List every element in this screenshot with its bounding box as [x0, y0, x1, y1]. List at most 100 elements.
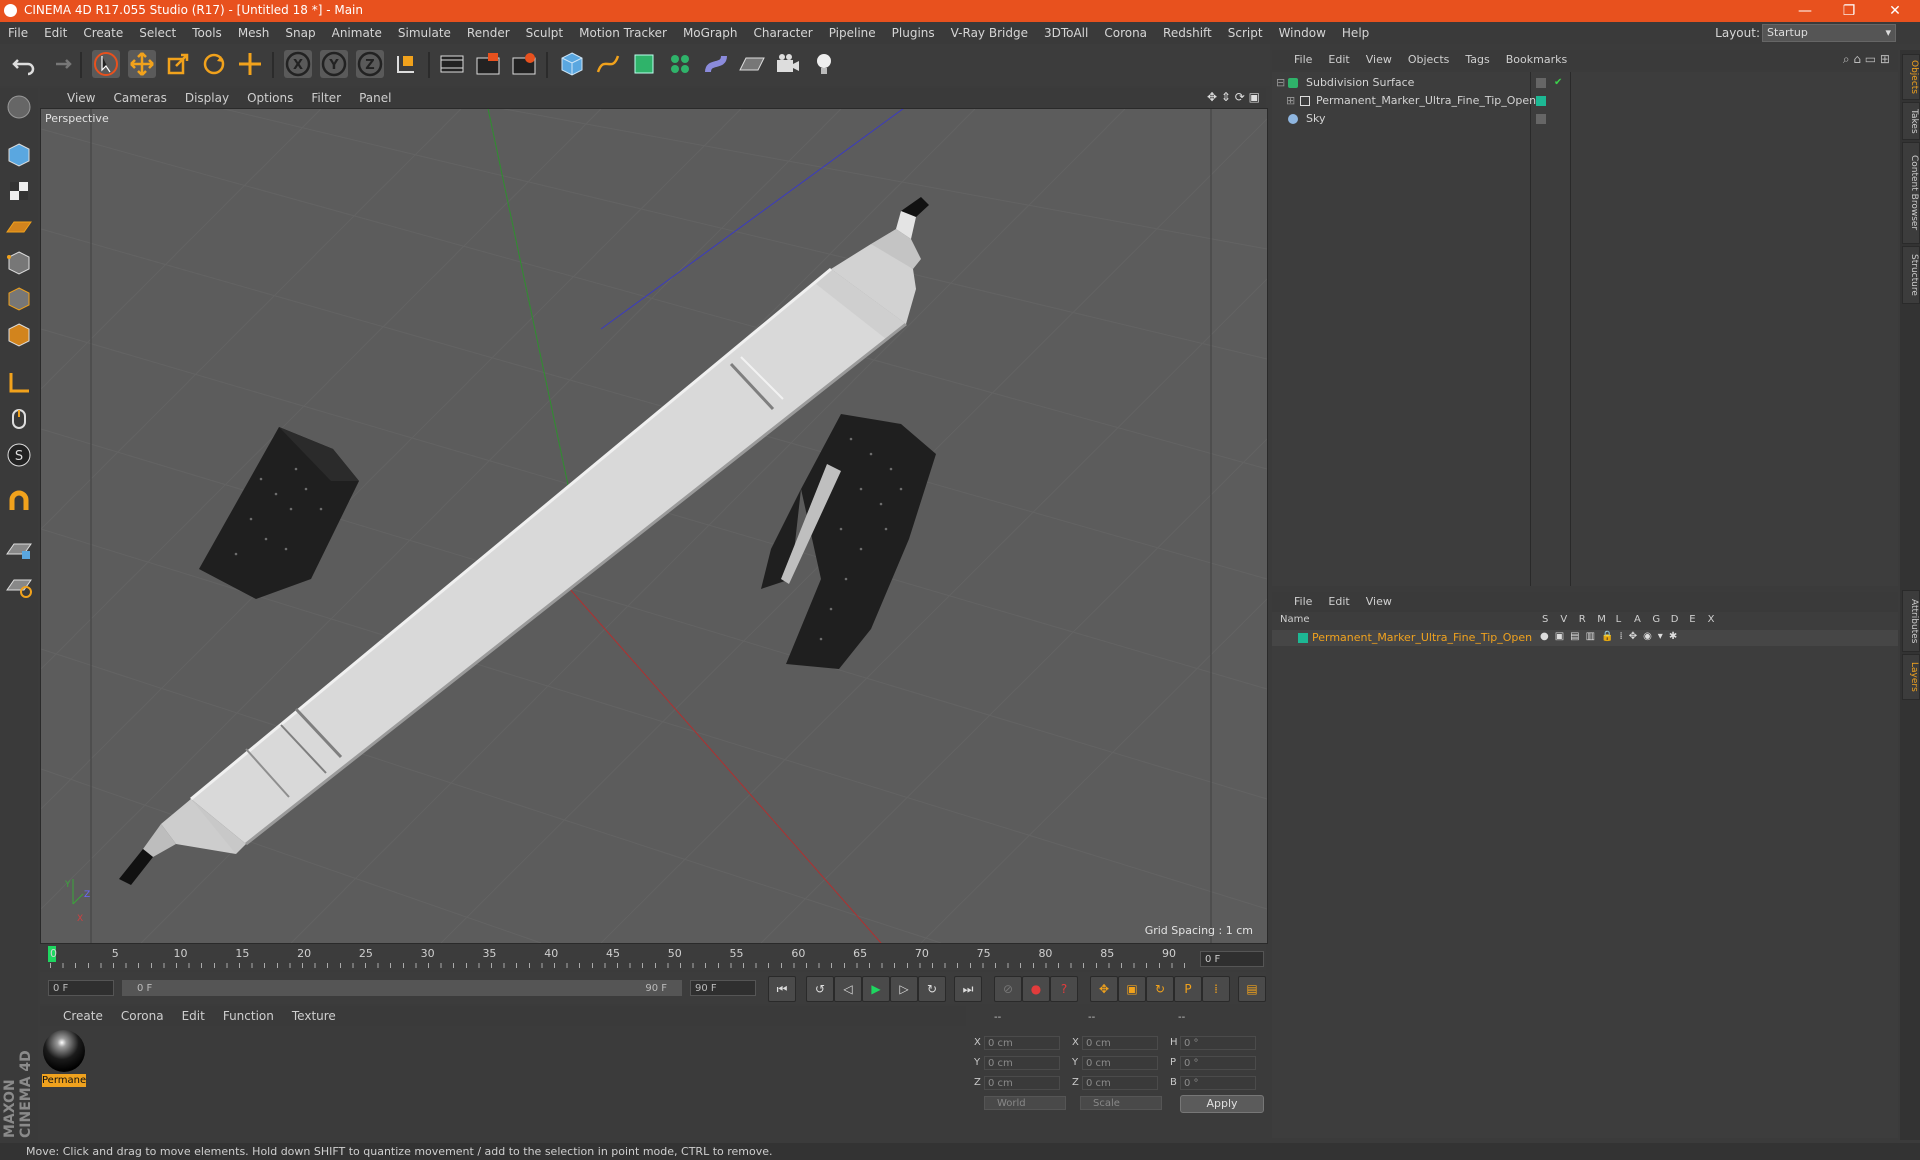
menu-mesh[interactable]: Mesh [230, 22, 278, 44]
make-editable-icon[interactable] [4, 92, 34, 122]
key-position-icon[interactable]: ✥ [1090, 976, 1118, 1002]
menu-animate[interactable]: Animate [324, 22, 390, 44]
snap-mode-icon[interactable]: S [4, 440, 34, 470]
magnet-icon[interactable] [4, 488, 34, 518]
tab-layers[interactable]: Layers [1902, 654, 1920, 700]
coordinate-space-dropdown[interactable]: World [984, 1096, 1066, 1110]
size-field[interactable]: 0 cm [1082, 1036, 1158, 1050]
viewport-menu-display[interactable]: Display [176, 88, 238, 108]
layer-row[interactable]: Permanent_Marker_Ultra_Fine_Tip_Open ●▣▤… [1272, 630, 1898, 646]
axis-mode-icon[interactable] [4, 368, 34, 398]
size-field[interactable]: 0 cm [1082, 1056, 1158, 1070]
coordinate-system-icon[interactable] [392, 50, 420, 78]
menu-pipeline[interactable]: Pipeline [821, 22, 884, 44]
collapse-icon[interactable]: ⊟ [1276, 74, 1285, 92]
points-mode-icon[interactable] [4, 248, 34, 278]
layer-toggle-icon[interactable] [1536, 114, 1546, 124]
viewport-menu-view[interactable]: View [58, 88, 104, 108]
tab-content-browser[interactable]: Content Browser [1902, 142, 1920, 244]
layer-flag-icons[interactable]: ●▣▤▥🔒⁞✥◉▾✱ [1540, 631, 1683, 642]
polygons-mode-icon[interactable] [4, 320, 34, 350]
object-menu-file[interactable]: File [1286, 50, 1320, 70]
goto-next-key-icon[interactable]: ↻ [918, 976, 946, 1002]
layout-dropdown[interactable]: Startup ▾ [1762, 24, 1896, 42]
edit-render-settings-icon[interactable] [510, 50, 538, 78]
perspective-viewport[interactable]: Y Z X Perspective Grid Spacing : 1 cm [40, 108, 1268, 944]
camera-icon[interactable] [774, 50, 802, 78]
object-row-sky[interactable]: Sky [1272, 110, 1898, 128]
menu-motion-tracker[interactable]: Motion Tracker [571, 22, 675, 44]
close-button[interactable]: ✕ [1875, 1, 1915, 21]
subdivision-generator-icon[interactable] [630, 50, 658, 78]
render-picture-viewer-icon[interactable] [474, 50, 502, 78]
position-field[interactable]: 0 cm [984, 1036, 1060, 1050]
rotate-icon[interactable] [200, 50, 228, 78]
pen-spline-icon[interactable] [594, 50, 622, 78]
texture-mode-icon[interactable] [4, 176, 34, 206]
maximize-button[interactable]: ❐ [1829, 1, 1869, 21]
material-menu-create[interactable]: Create [54, 1006, 112, 1026]
viewport-menu-filter[interactable]: Filter [302, 88, 350, 108]
redo-icon[interactable] [46, 50, 74, 78]
z-axis-icon[interactable]: Z [356, 50, 384, 78]
object-menu-objects[interactable]: Objects [1400, 50, 1458, 70]
y-axis-icon[interactable]: Y [320, 50, 348, 78]
expand-icon[interactable]: ⊞ [1286, 92, 1295, 110]
tab-attributes[interactable]: Attributes [1902, 590, 1920, 652]
render-view-icon[interactable] [438, 50, 466, 78]
timeline-window-icon[interactable]: ▤ [1238, 976, 1266, 1002]
layer-color-icon[interactable] [1298, 633, 1308, 643]
menu-create[interactable]: Create [75, 22, 131, 44]
tweak-mode-icon[interactable] [4, 404, 34, 434]
cube-primitive-icon[interactable] [558, 50, 586, 78]
menu-script[interactable]: Script [1220, 22, 1271, 44]
viewport-nav-icons[interactable]: ✥ ⇕ ⟳ ▣ [1207, 90, 1260, 104]
material-menu-edit[interactable]: Edit [173, 1006, 214, 1026]
menu-redshift[interactable]: Redshift [1155, 22, 1220, 44]
cloner-icon[interactable] [666, 50, 694, 78]
size-mode-dropdown[interactable]: Scale [1080, 1096, 1162, 1110]
record-keys-off-icon[interactable]: ⊘ [994, 976, 1022, 1002]
menu-character[interactable]: Character [745, 22, 820, 44]
rotation-field[interactable]: 0 ° [1180, 1056, 1256, 1070]
layer-menu-file[interactable]: File [1286, 592, 1320, 612]
start-frame-field[interactable]: 0 F [48, 980, 114, 996]
material-menu-function[interactable]: Function [214, 1006, 283, 1026]
position-field[interactable]: 0 cm [984, 1056, 1060, 1070]
current-frame-field[interactable]: 0 F [1200, 951, 1264, 967]
menu-select[interactable]: Select [131, 22, 184, 44]
material-menu-corona[interactable]: Corona [112, 1006, 173, 1026]
menu-snap[interactable]: Snap [277, 22, 323, 44]
scale-icon[interactable] [164, 50, 192, 78]
goto-start-icon[interactable]: ⏮ [768, 976, 796, 1002]
preview-range-slider[interactable]: 0 F 90 F [122, 980, 682, 996]
object-menu-tags[interactable]: Tags [1457, 50, 1497, 70]
live-move-icon[interactable] [236, 50, 264, 78]
key-rotation-icon[interactable]: ↻ [1146, 976, 1174, 1002]
edges-mode-icon[interactable] [4, 284, 34, 314]
play-forward-icon[interactable]: ▶ [862, 976, 890, 1002]
object-row-marker[interactable]: ⊞ Permanent_Marker_Ultra_Fine_Tip_Open [1272, 92, 1898, 110]
next-frame-icon[interactable]: ▷ [890, 976, 918, 1002]
layer-name[interactable]: Permanent_Marker_Ultra_Fine_Tip_Open [1312, 631, 1532, 644]
goto-previous-key-icon[interactable]: ↺ [806, 976, 834, 1002]
size-field[interactable]: 0 cm [1082, 1076, 1158, 1090]
viewport-menu-options[interactable]: Options [238, 88, 302, 108]
autokey-icon[interactable]: ? [1050, 976, 1078, 1002]
object-menu-view[interactable]: View [1358, 50, 1400, 70]
material-swatch[interactable]: Permanent [40, 1026, 90, 1090]
record-active-icon[interactable]: ● [1022, 976, 1050, 1002]
workplane-rotate-icon[interactable] [4, 570, 34, 600]
layer-toggle-icon[interactable] [1536, 78, 1546, 88]
light-icon[interactable] [810, 50, 838, 78]
end-frame-field[interactable]: 90 F [690, 980, 756, 996]
viewport-menu-cameras[interactable]: Cameras [104, 88, 175, 108]
position-field[interactable]: 0 cm [984, 1076, 1060, 1090]
goto-end-icon[interactable]: ⏭ [954, 976, 982, 1002]
menu-v-ray-bridge[interactable]: V-Ray Bridge [943, 22, 1036, 44]
tab-objects[interactable]: Objects [1902, 54, 1920, 100]
tab-takes[interactable]: Takes [1902, 102, 1920, 140]
model-mode-icon[interactable] [4, 140, 34, 170]
key-parameter-icon[interactable]: P [1174, 976, 1202, 1002]
minimize-button[interactable]: — [1785, 1, 1825, 21]
